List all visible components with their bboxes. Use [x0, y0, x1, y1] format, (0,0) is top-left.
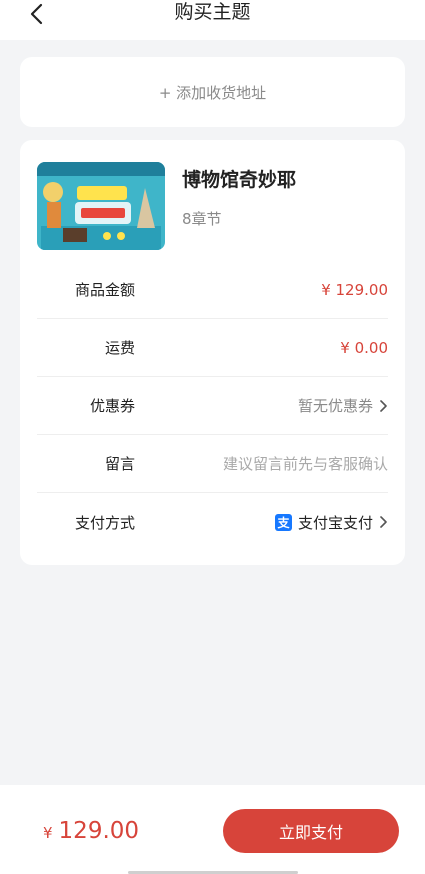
pay-now-button[interactable]: 立即支付: [223, 809, 399, 853]
order-card: 博物馆奇妙耶 8章节 商品金额 ¥ 129.00 运费 ¥ 0.00 优惠券 暂…: [20, 140, 405, 565]
add-address-button[interactable]: + 添加收货地址: [20, 57, 405, 127]
shipping-value: ¥ 0.00: [340, 338, 388, 357]
payment-row[interactable]: 支付方式 支 支付宝支付: [37, 493, 388, 551]
shipping-label: 运费: [104, 339, 135, 357]
total-price: ¥ 129.00: [43, 818, 139, 844]
amount-row: 商品金额 ¥ 129.00: [37, 261, 388, 319]
payment-method-selector[interactable]: 支 支付宝支付: [274, 512, 388, 533]
add-address-label: + 添加收货地址: [158, 83, 267, 102]
amount-value: ¥ 129.00: [321, 280, 388, 299]
top-nav-bar: 购买主题: [0, 0, 425, 40]
product-thumbnail[interactable]: [37, 162, 165, 250]
chevron-right-icon: [380, 399, 387, 412]
product-chapters: 8章节: [182, 210, 222, 228]
coupon-row[interactable]: 优惠券 暂无优惠券: [37, 377, 388, 435]
coupon-value: 暂无优惠券: [297, 397, 373, 415]
shipping-row: 运费 ¥ 0.00: [37, 319, 388, 377]
amount-label: 商品金额: [74, 281, 135, 299]
payment-value: 支付宝支付: [297, 513, 373, 532]
coupon-selector[interactable]: 暂无优惠券: [298, 395, 388, 416]
page-title: 购买主题: [174, 1, 251, 23]
product-name: 博物馆奇妙耶: [182, 169, 297, 191]
alipay-icon: 支: [274, 513, 292, 531]
message-row: 留言 建议留言前先与客服确认: [37, 435, 388, 493]
message-label: 留言: [104, 455, 135, 473]
chevron-right-icon: [380, 516, 387, 528]
payment-label: 支付方式: [74, 513, 135, 532]
message-input[interactable]: 建议留言前先与客服确认: [223, 453, 388, 474]
coupon-label: 优惠券: [89, 397, 135, 415]
message-placeholder: 建议留言前先与客服确认: [222, 455, 388, 473]
currency-symbol: ¥: [43, 824, 53, 842]
total-amount: 129.00: [58, 818, 140, 844]
checkout-bar: ¥ 129.00 立即支付: [0, 785, 425, 874]
